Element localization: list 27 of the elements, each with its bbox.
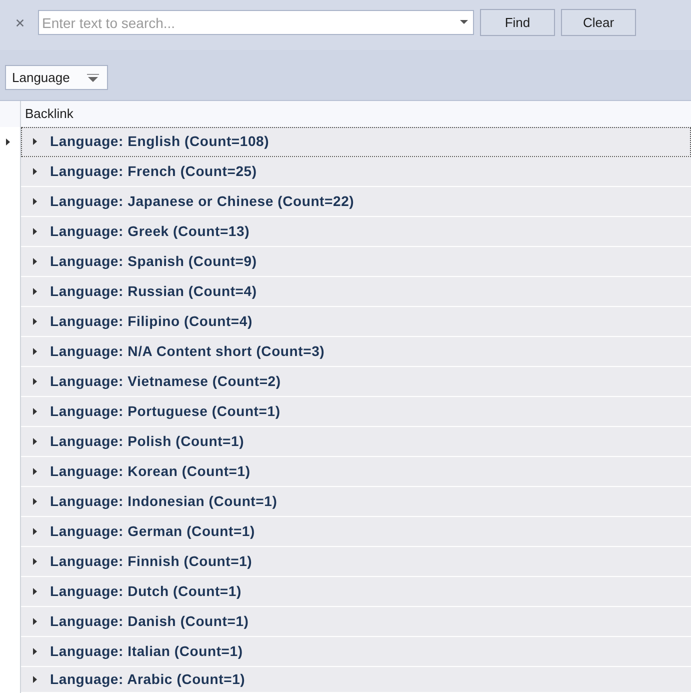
filter-icon[interactable] <box>87 74 99 82</box>
group-row[interactable]: Language: German (Count=1) <box>21 517 691 547</box>
group-row[interactable]: Language: Indonesian (Count=1) <box>21 487 691 517</box>
group-row[interactable]: Language: Polish (Count=1) <box>21 427 691 457</box>
group-row[interactable]: Language: Danish (Count=1) <box>21 607 691 637</box>
dropdown-caret-icon[interactable] <box>460 20 468 24</box>
group-row[interactable]: Language: Finnish (Count=1) <box>21 547 691 577</box>
group-row[interactable]: Language: English (Count=108) <box>21 127 691 157</box>
group-row[interactable]: Language: Greek (Count=13) <box>21 217 691 247</box>
group-row[interactable]: Language: Korean (Count=1) <box>21 457 691 487</box>
search-button[interactable]: Find <box>480 9 555 36</box>
group-row[interactable]: Language: Arabic (Count=1) <box>21 667 691 693</box>
group-row[interactable]: Language: Russian (Count=4) <box>21 277 691 307</box>
group-row[interactable]: Language: Spanish (Count=9) <box>21 247 691 277</box>
focus-arrow-icon <box>6 138 10 146</box>
group-row[interactable]: Language: Portuguese (Count=1) <box>21 397 691 427</box>
group-row[interactable]: Language: Vietnamese (Count=2) <box>21 367 691 397</box>
group-row[interactable]: Language: N/A Content short (Count=3) <box>21 337 691 367</box>
search-field[interactable]: Enter text to search... <box>38 10 474 35</box>
group-row[interactable]: Language: Dutch (Count=1) <box>21 577 691 607</box>
group-row[interactable]: Language: Italian (Count=1) <box>21 637 691 667</box>
group-row[interactable]: Language: Filipino (Count=4) <box>21 307 691 337</box>
close-icon[interactable] <box>16 19 24 27</box>
group-row[interactable]: Language: Japanese or Chinese (Count=22) <box>21 187 691 217</box>
search-button[interactable]: Clear <box>561 9 636 36</box>
group-row[interactable]: Language: French (Count=25) <box>21 157 691 187</box>
group-chip[interactable]: Language <box>5 65 108 90</box>
